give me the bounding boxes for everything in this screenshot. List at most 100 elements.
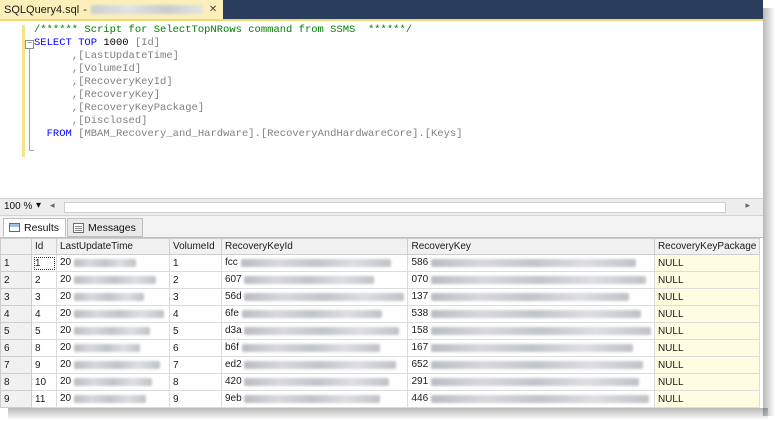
cell-last-update-time[interactable]: 20 [56,254,170,272]
column-header[interactable]: RecoveryKeyPackage [653,238,761,255]
cell-recovery-key-package[interactable]: NULL [653,339,761,357]
cell-id[interactable]: 4 [31,305,57,323]
cell-recovery-key[interactable]: 446 [407,390,655,408]
cell-text: 20 [60,359,72,371]
cell-volume-id[interactable]: 3 [169,288,222,306]
cell-recovery-key[interactable]: 586 [407,254,655,272]
cell-recovery-key-package[interactable]: NULL [653,390,761,408]
cell-recovery-key-id[interactable]: fcc [220,254,409,272]
cell-recovery-key-package[interactable]: NULL [653,305,761,323]
results-tabstrip: Results Messages [0,216,763,238]
cell-recovery-key[interactable]: 137 [407,288,655,306]
cell-text: 20 [60,325,72,337]
cell-volume-id[interactable]: 6 [169,339,222,357]
cell-volume-id[interactable]: 9 [169,390,222,408]
row-number[interactable]: 9 [0,390,32,408]
cell-recovery-key-package[interactable]: NULL [653,254,761,272]
table-row[interactable]: 9 11 20 9 9eb 446 NULL [0,390,761,408]
tab-messages[interactable]: Messages [67,218,143,237]
cell-recovery-key-id[interactable]: 6fe [220,305,409,323]
cell-recovery-key[interactable]: 652 [407,356,655,374]
row-number[interactable]: 3 [0,288,32,306]
cell-recovery-key-id[interactable]: 607 [220,271,409,289]
cell-volume-id[interactable]: 4 [169,305,222,323]
table-row[interactable]: 3 3 20 3 56d 137 NULL [0,288,761,306]
cell-recovery-key-id[interactable]: 9eb [220,390,409,408]
cell-last-update-time[interactable]: 20 [56,339,170,357]
cell-text: 137 [411,291,429,303]
cell-recovery-key[interactable]: 158 [407,322,655,340]
tab-results[interactable]: Results [3,218,67,237]
cell-id[interactable]: 3 [31,288,57,306]
cell-recovery-key-package[interactable]: NULL [653,356,761,374]
cell-recovery-key-package[interactable]: NULL [653,271,761,289]
row-number[interactable]: 8 [0,373,32,391]
cell-last-update-time[interactable]: 20 [56,373,170,391]
table-row[interactable]: 2 2 20 2 607 070 NULL [0,271,761,289]
column-header[interactable]: Id [31,238,57,255]
cell-recovery-key-id[interactable]: 420 [220,373,409,391]
column-header[interactable]: LastUpdateTime [56,238,170,255]
collapse-icon[interactable]: − [25,40,34,49]
redacted-value [244,275,375,284]
cell-id[interactable]: 8 [31,339,57,357]
scroll-left-icon[interactable]: ◂ [50,200,55,211]
cell-id[interactable]: 9 [31,356,57,374]
table-row[interactable]: 4 4 20 4 6fe 538 NULL [0,305,761,323]
scroll-right-icon[interactable]: ▸ [745,200,750,211]
column-header[interactable]: RecoveryKey [407,238,655,255]
cell-recovery-key-package[interactable]: NULL [653,322,761,340]
zoom-dropdown-icon[interactable]: ▾ [36,200,41,211]
cell-id[interactable]: 5 [31,322,57,340]
cell-volume-id[interactable]: 8 [169,373,222,391]
cell-recovery-key-id[interactable]: 56d [220,288,409,306]
row-number[interactable]: 6 [0,339,32,357]
table-row[interactable]: 5 5 20 5 d3a 158 NULL [0,322,761,340]
row-number[interactable]: 5 [0,322,32,340]
document-tab[interactable]: SQLQuery4.sql - ✕ [0,0,224,19]
table-row[interactable]: 8 10 20 8 420 291 NULL [0,373,761,391]
cell-recovery-key-id[interactable]: b6f [220,339,409,357]
cell-volume-id[interactable]: 5 [169,322,222,340]
close-tab-icon[interactable]: ✕ [209,4,217,15]
results-grid[interactable]: Id LastUpdateTime VolumeId RecoveryKeyId… [0,238,763,408]
row-number[interactable]: 1 [0,254,32,272]
cell-last-update-time[interactable]: 20 [56,305,170,323]
cell-text: d3a [225,325,242,337]
cell-text: ed2 [225,359,242,371]
cell-text: 167 [411,342,429,354]
cell-recovery-key-package[interactable]: NULL [653,288,761,306]
row-header-corner[interactable] [0,238,32,255]
cell-last-update-time[interactable]: 20 [56,390,170,408]
scrollbar-thumb[interactable] [64,202,726,213]
cell-recovery-key[interactable]: 538 [407,305,655,323]
column-header[interactable]: VolumeId [169,238,222,255]
cell-last-update-time[interactable]: 20 [56,271,170,289]
cell-volume-id[interactable]: 1 [169,254,222,272]
table-row[interactable]: 7 9 20 7 ed2 652 NULL [0,356,761,374]
cell-recovery-key-package[interactable]: NULL [653,373,761,391]
cell-last-update-time[interactable]: 20 [56,322,170,340]
cell-id[interactable]: 1 [31,254,57,272]
row-number[interactable]: 4 [0,305,32,323]
cell-id[interactable]: 11 [31,390,57,408]
cell-recovery-key[interactable]: 070 [407,271,655,289]
cell-recovery-key-id[interactable]: ed2 [220,356,409,374]
table-row[interactable]: 1 1 20 1 fcc 586 NULL [0,254,761,272]
row-number[interactable]: 2 [0,271,32,289]
table-row[interactable]: 6 8 20 6 b6f 167 NULL [0,339,761,357]
cell-id[interactable]: 10 [31,373,57,391]
cell-volume-id[interactable]: 7 [169,356,222,374]
cell-last-update-time[interactable]: 20 [56,356,170,374]
column-header[interactable]: RecoveryKeyId [220,238,409,255]
cell-id[interactable]: 2 [31,271,57,289]
cell-last-update-time[interactable]: 20 [56,288,170,306]
row-number[interactable]: 7 [0,356,32,374]
cell-recovery-key-id[interactable]: d3a [220,322,409,340]
horizontal-scrollbar[interactable]: ◂ ▸ [50,200,750,213]
zoom-level[interactable]: 100 % [4,201,32,212]
query-editor[interactable]: − /****** Script for SelectTopNRows comm… [0,21,763,198]
cell-recovery-key[interactable]: 167 [407,339,655,357]
cell-volume-id[interactable]: 2 [169,271,222,289]
cell-recovery-key[interactable]: 291 [407,373,655,391]
